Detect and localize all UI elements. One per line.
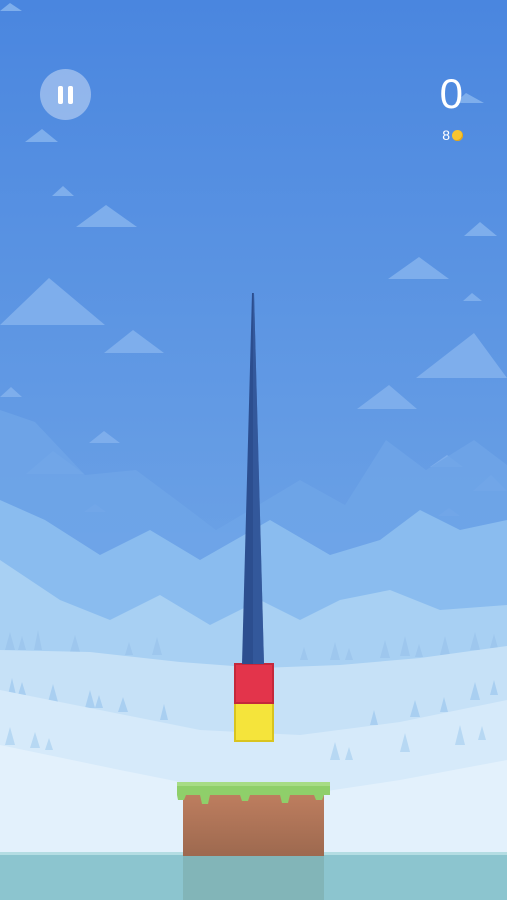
coin-count: 8 (442, 127, 450, 143)
game-stage[interactable]: 0 8 (0, 0, 507, 900)
yellow-block (234, 702, 274, 742)
platform (177, 782, 330, 900)
pause-icon (58, 85, 63, 104)
game-scene (0, 0, 507, 900)
coin-icon (452, 129, 463, 141)
red-block (234, 663, 274, 704)
coin-counter: 8 (442, 127, 463, 143)
pause-button[interactable] (40, 69, 91, 120)
score-display: 0 (439, 70, 463, 117)
